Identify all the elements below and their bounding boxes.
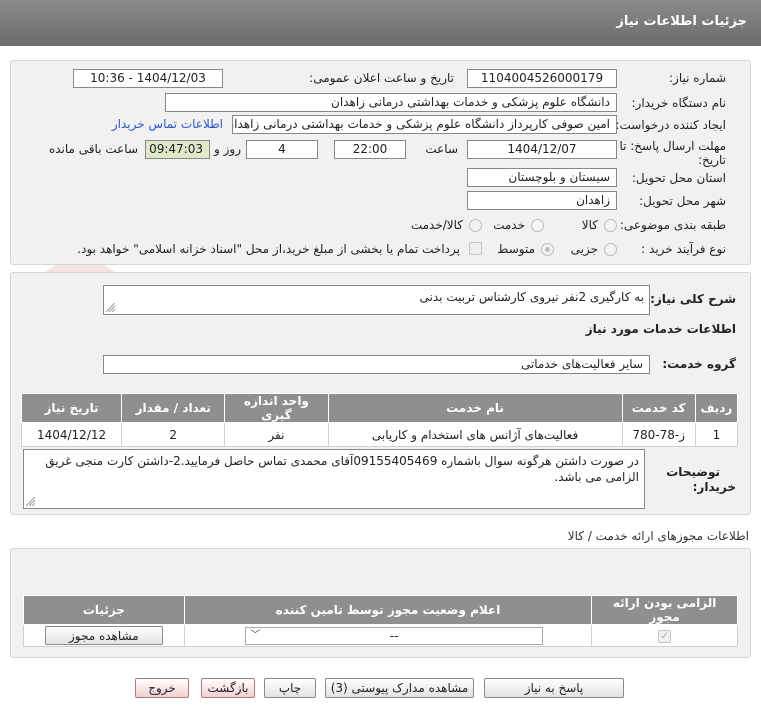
table-row: 1 ز-78-780 فعالیت‌های آژانس های استخدام …	[20, 422, 739, 447]
page-header: جزئیات اطلاعات نیاز	[0, 0, 761, 46]
treasury-payment-checkbox[interactable]	[469, 242, 482, 255]
permit-status-select[interactable]: -- ﹀	[245, 627, 544, 645]
city-field: زاهدان	[467, 191, 617, 210]
category-radio-service[interactable]	[531, 219, 544, 232]
cell-service-code: ز-78-780	[621, 422, 696, 447]
buyer-org-field: دانشگاه علوم پزشکی و خدمات بهداشتی درمان…	[165, 93, 617, 112]
process-minor-label: جزیی	[570, 242, 598, 256]
permits-title: اطلاعات مجوزهای ارائه خدمت / کالا	[567, 529, 749, 543]
requester-field: امین صوفی کارپرداز دانشگاه علوم پزشکی و …	[232, 115, 617, 134]
exit-button[interactable]: خروج	[135, 678, 189, 698]
province-label: استان محل تحویل:	[631, 171, 726, 185]
buyer-notes-field: در صورت داشتن هرگونه سوال باشماره 091554…	[23, 449, 645, 509]
cell-permit-details: مشاهده مجوز	[23, 624, 185, 647]
buyer-notes-text: در صورت داشتن هرگونه سوال باشماره 091554…	[45, 454, 639, 484]
need-number-label: شماره نیاز:	[669, 71, 726, 85]
category-service-label: خدمت	[493, 218, 525, 232]
category-goods-service-label: کالا/خدمت	[410, 218, 463, 232]
remaining-label: ساعت باقی مانده	[48, 142, 138, 156]
treasury-payment-note: پرداخت تمام یا بخشی از مبلغ خرید،از محل …	[77, 242, 460, 256]
cell-permit-status: -- ﹀	[183, 624, 593, 647]
cell-service-name: فعالیت‌های آژانس های استخدام و کاریابی	[327, 422, 623, 447]
deadline-time-label: ساعت	[425, 142, 458, 156]
need-details-panel: شرح کلی نیاز: به کارگیری 2نفر نیروی کارش…	[10, 272, 751, 515]
resize-grip-icon[interactable]	[26, 497, 35, 506]
deadline-label-1: مهلت ارسال پاسخ: تا	[619, 139, 726, 153]
summary-text: به کارگیری 2نفر نیروی کارشناس تربیت بدنی	[419, 290, 644, 304]
col-unit: واحد اندازه گیری	[224, 393, 329, 423]
col-service-code: کد خدمت	[621, 393, 696, 423]
service-group-field: سایر فعالیت‌های خدماتی	[103, 355, 650, 374]
days-label: روز و	[214, 142, 241, 156]
services-table: ردیف کد خدمت نام خدمت واحد اندازه گیری ت…	[20, 393, 739, 447]
permit-status-value: --	[389, 629, 399, 643]
cell-row: 1	[694, 422, 739, 447]
permits-table-header: الزامی بودن ارائه مجوز اعلام وضعیت مجوز …	[23, 595, 738, 625]
col-quantity: تعداد / مقدار	[121, 393, 226, 423]
table-row: ✓ -- ﹀ مشاهده مجوز	[23, 624, 738, 647]
cell-permit-required: ✓	[591, 624, 738, 647]
print-button[interactable]: چاپ	[264, 678, 316, 698]
summary-label: شرح کلی نیاز:	[650, 292, 736, 306]
province-field: سیستان و بلوچستان	[467, 168, 617, 187]
summary-field: به کارگیری 2نفر نیروی کارشناس تربیت بدنی	[103, 285, 650, 315]
category-label: طبقه بندی موضوعی:	[619, 218, 726, 232]
page-title: جزئیات اطلاعات نیاز	[616, 14, 747, 29]
service-group-label: گروه خدمت:	[662, 357, 736, 371]
col-row: ردیف	[694, 393, 739, 423]
announce-label: تاریخ و ساعت اعلان عمومی:	[309, 71, 454, 85]
days-remaining-field: 4	[246, 140, 318, 159]
col-service-name: نام خدمت	[327, 393, 623, 423]
col-permit-required: الزامی بودن ارائه مجوز	[591, 595, 738, 625]
category-radio-goods[interactable]	[604, 219, 617, 232]
cell-need-date: 1404/12/12	[20, 422, 123, 447]
buyer-org-label: نام دستگاه خریدار:	[631, 96, 727, 110]
announce-field: 1404/12/03 - 10:36	[73, 69, 223, 88]
process-radio-minor[interactable]	[604, 243, 617, 256]
process-label: نوع فرآیند خرید :	[641, 242, 726, 256]
buyer-notes-label-2: خریدار:	[692, 480, 736, 494]
back-button[interactable]: بازگشت	[201, 678, 255, 698]
cell-unit: نفر	[224, 422, 329, 447]
process-medium-label: متوسط	[497, 242, 535, 256]
col-permit-details: جزئیات	[23, 595, 185, 625]
resize-grip-icon[interactable]	[106, 303, 115, 312]
view-permit-button[interactable]: مشاهده مجوز	[44, 626, 163, 645]
process-radio-medium[interactable]	[541, 243, 554, 256]
permits-panel: الزامی بودن ارائه مجوز اعلام وضعیت مجوز …	[10, 548, 751, 658]
city-label: شهر محل تحویل:	[639, 194, 726, 208]
reply-button[interactable]: پاسخ به نیاز	[484, 678, 624, 698]
permit-required-checkbox[interactable]: ✓	[658, 630, 672, 643]
buyer-notes-label-1: توضیحات	[666, 465, 720, 479]
permits-table: الزامی بودن ارائه مجوز اعلام وضعیت مجوز …	[23, 595, 738, 647]
chevron-down-icon: ﹀	[250, 630, 261, 641]
col-permit-status: اعلام وضعیت مجوز توسط تامین کننده	[183, 595, 593, 625]
remaining-time-field: 09:47:03	[145, 140, 210, 159]
buyer-contact-link[interactable]: اطلاعات تماس خریدار	[112, 117, 223, 131]
services-table-header: ردیف کد خدمت نام خدمت واحد اندازه گیری ت…	[20, 393, 739, 423]
attachments-button[interactable]: مشاهده مدارک پیوستی (3)	[325, 678, 474, 698]
category-radio-goods-service[interactable]	[469, 219, 482, 232]
deadline-time-field: 22:00	[334, 140, 406, 159]
cell-quantity: 2	[121, 422, 226, 447]
need-number-field: 1104004526000179	[467, 69, 617, 88]
need-info-panel: شماره نیاز: 1104004526000179 تاریخ و ساع…	[10, 60, 751, 265]
services-title: اطلاعات خدمات مورد نیاز	[585, 322, 736, 336]
category-goods-label: کالا	[581, 218, 598, 232]
deadline-date-field: 1404/12/07	[467, 140, 617, 159]
requester-label: ایجاد کننده درخواست:	[615, 118, 726, 132]
col-need-date: تاریخ نیاز	[20, 393, 123, 423]
deadline-label-2: تاریخ:	[698, 153, 726, 167]
